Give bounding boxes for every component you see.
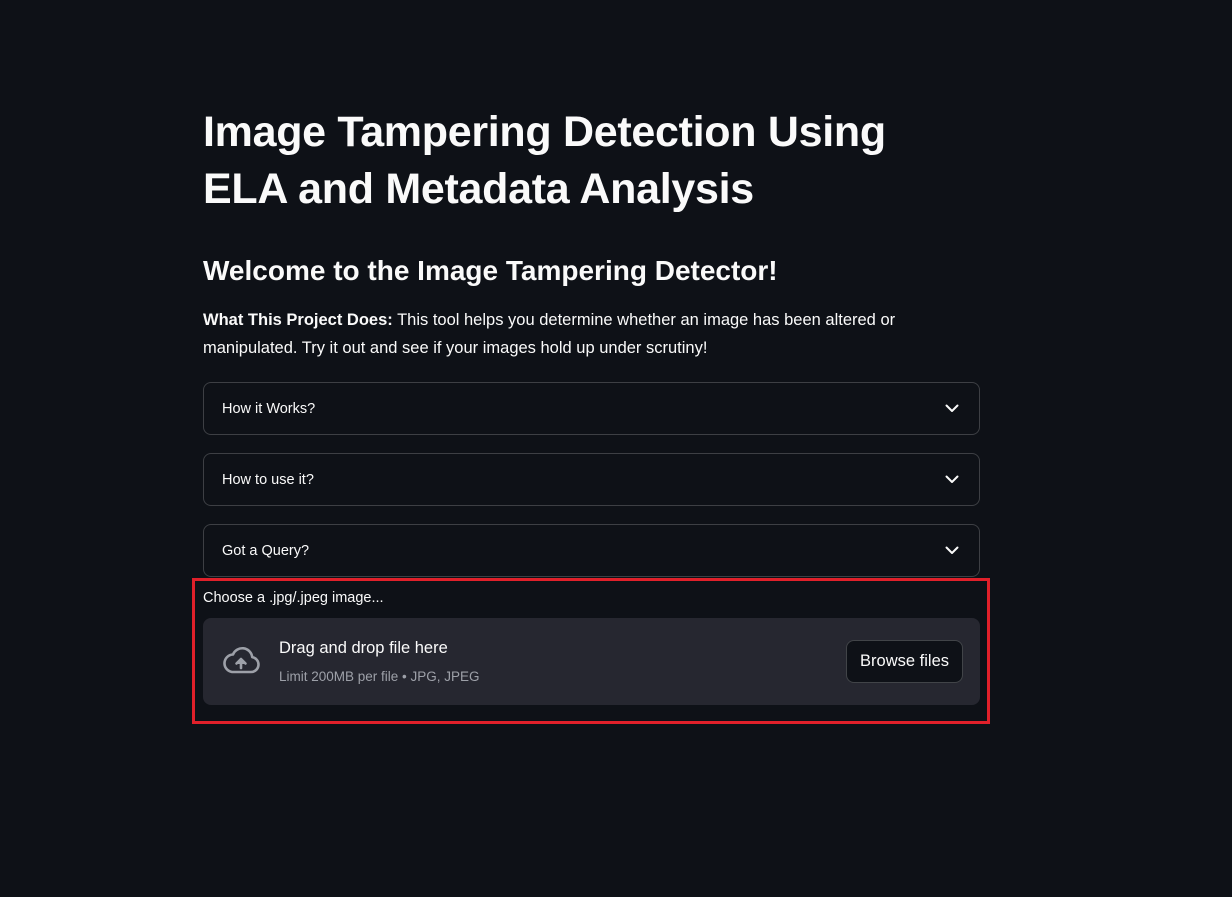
browse-files-button[interactable]: Browse files	[846, 640, 963, 683]
welcome-heading: Welcome to the Image Tampering Detector!	[203, 255, 778, 286]
page-title: Image Tampering Detection Using ELA and …	[203, 108, 886, 213]
description-bold-label: What This Project Does:	[203, 311, 393, 329]
expander-list: How it Works? How to use it? Got a Query…	[203, 382, 980, 577]
chevron-down-icon	[943, 400, 961, 418]
uploader-label: Choose a .jpg/.jpeg image...	[203, 590, 384, 606]
dropzone-instructions: Drag and drop file here	[279, 639, 448, 657]
app-page: Image Tampering Detection Using ELA and …	[0, 0, 1232, 897]
expander-how-to-use[interactable]: How to use it?	[203, 453, 980, 506]
chevron-down-icon	[943, 471, 961, 489]
file-dropzone[interactable]: Drag and drop file here Limit 200MB per …	[203, 618, 980, 705]
expander-label: Got a Query?	[222, 542, 310, 559]
expander-label: How to use it?	[222, 471, 314, 488]
main-content: Image Tampering Detection Using ELA and …	[203, 104, 980, 577]
chevron-down-icon	[943, 542, 961, 560]
project-description: What This Project Does: This tool helps …	[203, 306, 980, 362]
expander-got-a-query[interactable]: Got a Query?	[203, 524, 980, 577]
dropzone-file-limit: Limit 200MB per file • JPG, JPEG	[279, 669, 480, 684]
cloud-upload-icon	[221, 645, 261, 677]
expander-how-it-works[interactable]: How it Works?	[203, 382, 980, 435]
expander-label: How it Works?	[222, 400, 316, 417]
